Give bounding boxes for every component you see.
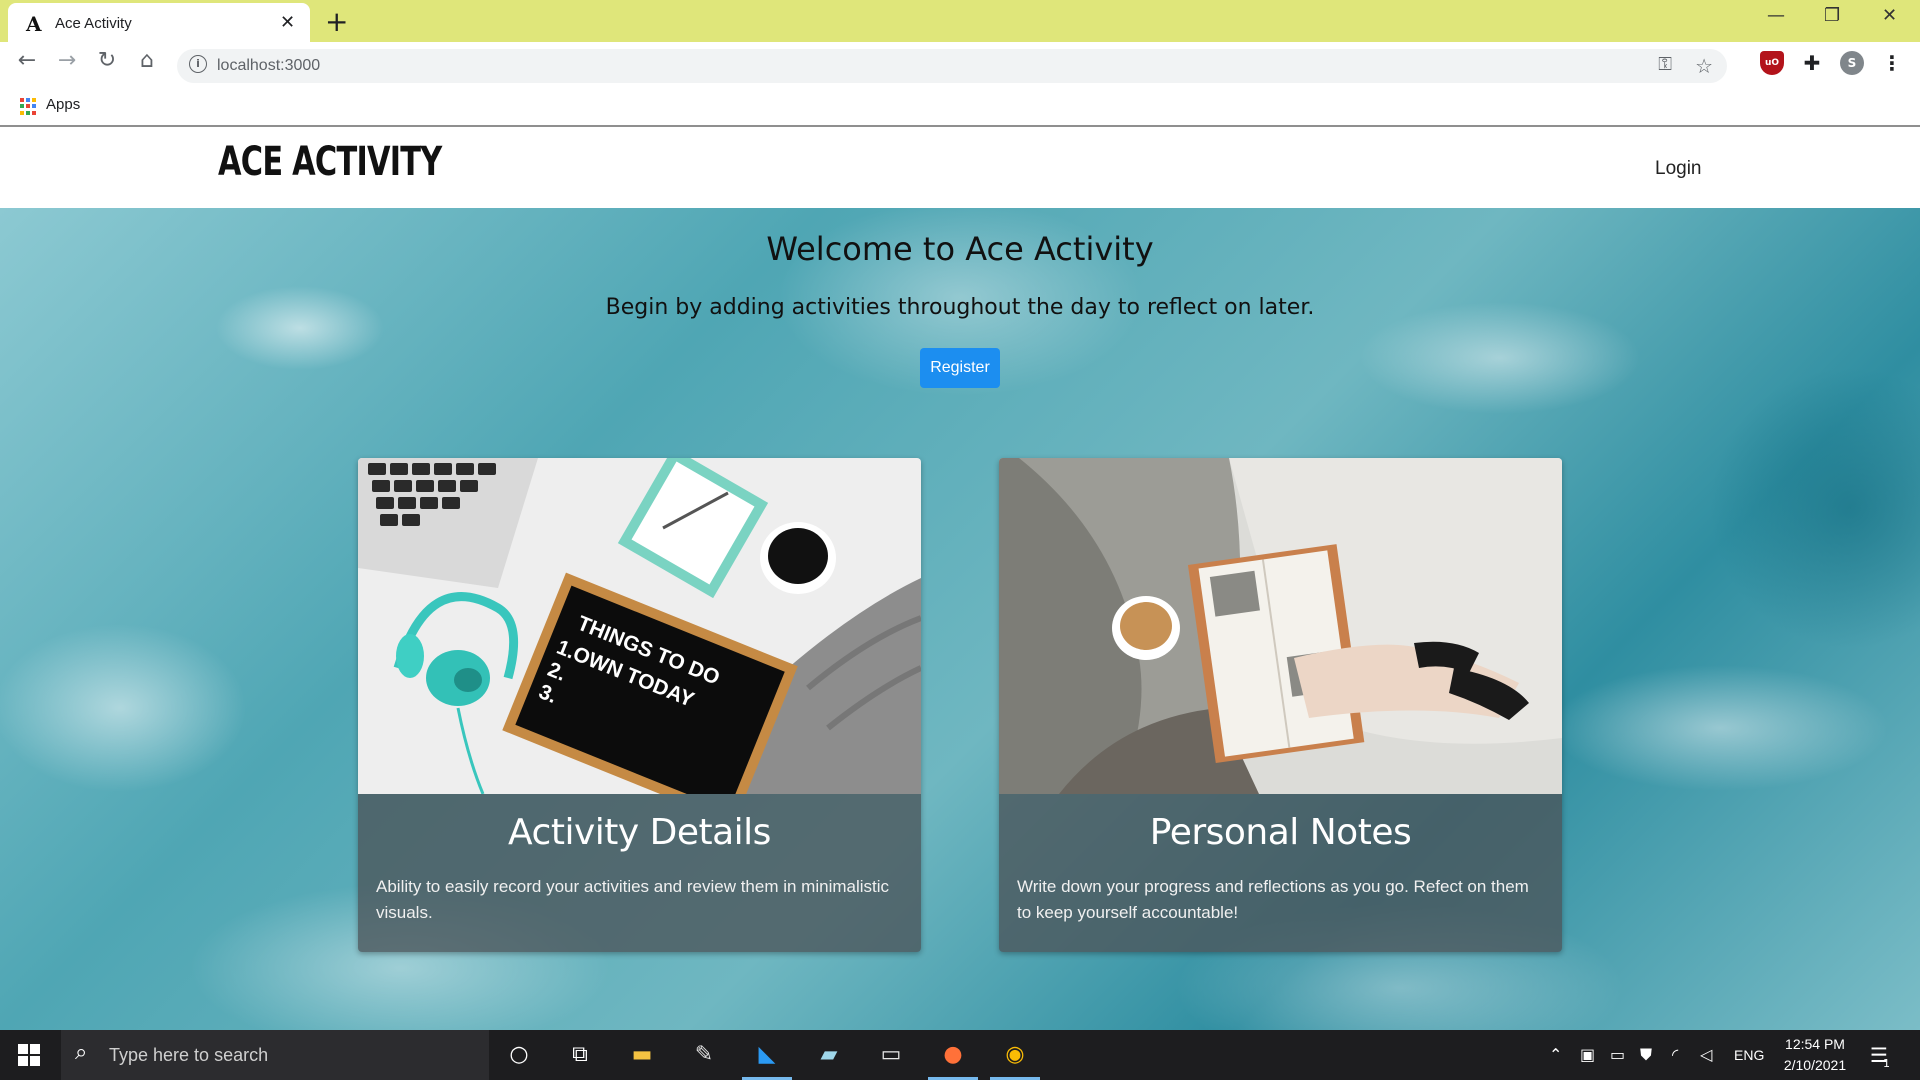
profile-avatar[interactable]: S: [1840, 51, 1864, 75]
card-title: Personal Notes: [1149, 812, 1412, 853]
taskbar-clock[interactable]: 12:54 PM 2/10/2021: [1770, 1034, 1860, 1076]
search-icon: ⌕: [75, 1040, 88, 1065]
home-icon[interactable]: ⌂: [132, 48, 162, 73]
browser-toolbar: ← → ↻ ⌂ i localhost:3000 ⚿ ☆ uO ✚ S ⋮: [0, 42, 1920, 85]
tab-title: Ace Activity: [55, 15, 132, 32]
vscode-icon[interactable]: ◣: [751, 1040, 783, 1070]
input-language[interactable]: ENG: [1734, 1047, 1764, 1063]
browser-menu-icon[interactable]: ⋮: [1880, 51, 1904, 75]
activity-details-card-body: Activity Details Ability to easily recor…: [358, 794, 921, 952]
card-text: Ability to easily record your activities…: [376, 877, 890, 922]
volume-icon[interactable]: ◁: [1700, 1045, 1712, 1064]
browser-tab[interactable]: A Ace Activity ✕: [8, 3, 310, 42]
hero-subtitle: Begin by adding activities throughout th…: [605, 295, 1315, 320]
bookmark-star-icon[interactable]: ☆: [1695, 54, 1713, 78]
notepad-app-icon[interactable]: ▰: [813, 1040, 845, 1070]
personal-notes-card-body: Personal Notes Write down your progress …: [999, 794, 1562, 952]
personal-notes-image: [999, 458, 1562, 794]
site-info-icon[interactable]: i: [189, 55, 207, 73]
bookmarks-bar: Apps: [0, 85, 1920, 127]
activity-details-card: THINGS TO DO 1.OWN TODAY 2. 3. Activity …: [358, 458, 921, 952]
apps-grid-icon[interactable]: [20, 98, 37, 115]
security-tray-icon[interactable]: ▣: [1580, 1045, 1595, 1064]
firefox-icon[interactable]: ●: [937, 1040, 969, 1070]
activity-details-image: THINGS TO DO 1.OWN TODAY 2. 3.: [358, 458, 921, 794]
windows-start-icon[interactable]: [18, 1044, 40, 1066]
brand-logo[interactable]: ACE ACTIVITY: [218, 139, 442, 185]
new-tab-icon[interactable]: +: [325, 5, 348, 38]
url-text[interactable]: localhost:3000: [217, 57, 320, 75]
battery-icon[interactable]: ▭: [1610, 1045, 1625, 1064]
bookmark-apps[interactable]: Apps: [46, 96, 80, 113]
taskbar-search-box[interactable]: ⌕ Type here to search: [61, 1030, 489, 1080]
site-favicon-icon: A: [26, 12, 42, 36]
taskbar-search-placeholder[interactable]: Type here to search: [109, 1045, 268, 1066]
extensions-puzzle-icon[interactable]: ✚: [1800, 51, 1824, 75]
restore-icon[interactable]: ❐: [1824, 5, 1840, 26]
chrome-icon[interactable]: ◉: [999, 1040, 1031, 1070]
window-close-icon[interactable]: ✕: [1882, 5, 1897, 26]
login-link[interactable]: Login: [1655, 158, 1702, 180]
address-bar[interactable]: i localhost:3000 ⚿ ☆: [177, 49, 1727, 83]
card-text: Write down your progress and reflections…: [1017, 877, 1529, 922]
reload-icon[interactable]: ↻: [92, 48, 122, 73]
cortana-icon[interactable]: ○: [503, 1040, 535, 1070]
register-button[interactable]: Register: [920, 348, 1000, 388]
show-hidden-icons-icon[interactable]: ⌃: [1549, 1045, 1562, 1064]
terminal-icon[interactable]: ▭: [875, 1040, 907, 1070]
wifi-icon[interactable]: ◜: [1672, 1045, 1678, 1064]
browser-tab-strip: A Ace Activity ✕ + — ❐ ✕: [0, 0, 1920, 42]
hero-section: Welcome to Ace Activity Begin by adding …: [0, 208, 1920, 1030]
password-key-icon[interactable]: ⚿: [1658, 54, 1672, 75]
personal-notes-card: Personal Notes Write down your progress …: [999, 458, 1562, 952]
clock-date: 2/10/2021: [1783, 1057, 1847, 1073]
clock-time: 12:54 PM: [1785, 1036, 1845, 1052]
site-navbar: ACE ACTIVITY Login: [0, 127, 1920, 208]
file-explorer-icon[interactable]: ▬: [626, 1040, 658, 1070]
close-tab-icon[interactable]: ✕: [280, 12, 295, 33]
forward-icon[interactable]: →: [52, 48, 82, 73]
defender-shield-icon[interactable]: ⛊: [1640, 1045, 1652, 1065]
notification-count-badge: 1: [1883, 1057, 1890, 1070]
ublock-extension-icon[interactable]: uO: [1760, 51, 1784, 75]
task-view-icon[interactable]: ⧉: [564, 1040, 596, 1070]
card-title: Activity Details: [508, 812, 771, 853]
paint-app-icon[interactable]: ✎: [688, 1040, 720, 1070]
minimize-icon[interactable]: —: [1767, 5, 1785, 26]
back-icon[interactable]: ←: [12, 48, 42, 73]
windows-taskbar: ⌕ Type here to search ○ ⧉ ▬ ✎ ◣ ▰ ▭ ● ◉ …: [0, 1030, 1920, 1080]
hero-title: Welcome to Ace Activity: [766, 230, 1154, 268]
